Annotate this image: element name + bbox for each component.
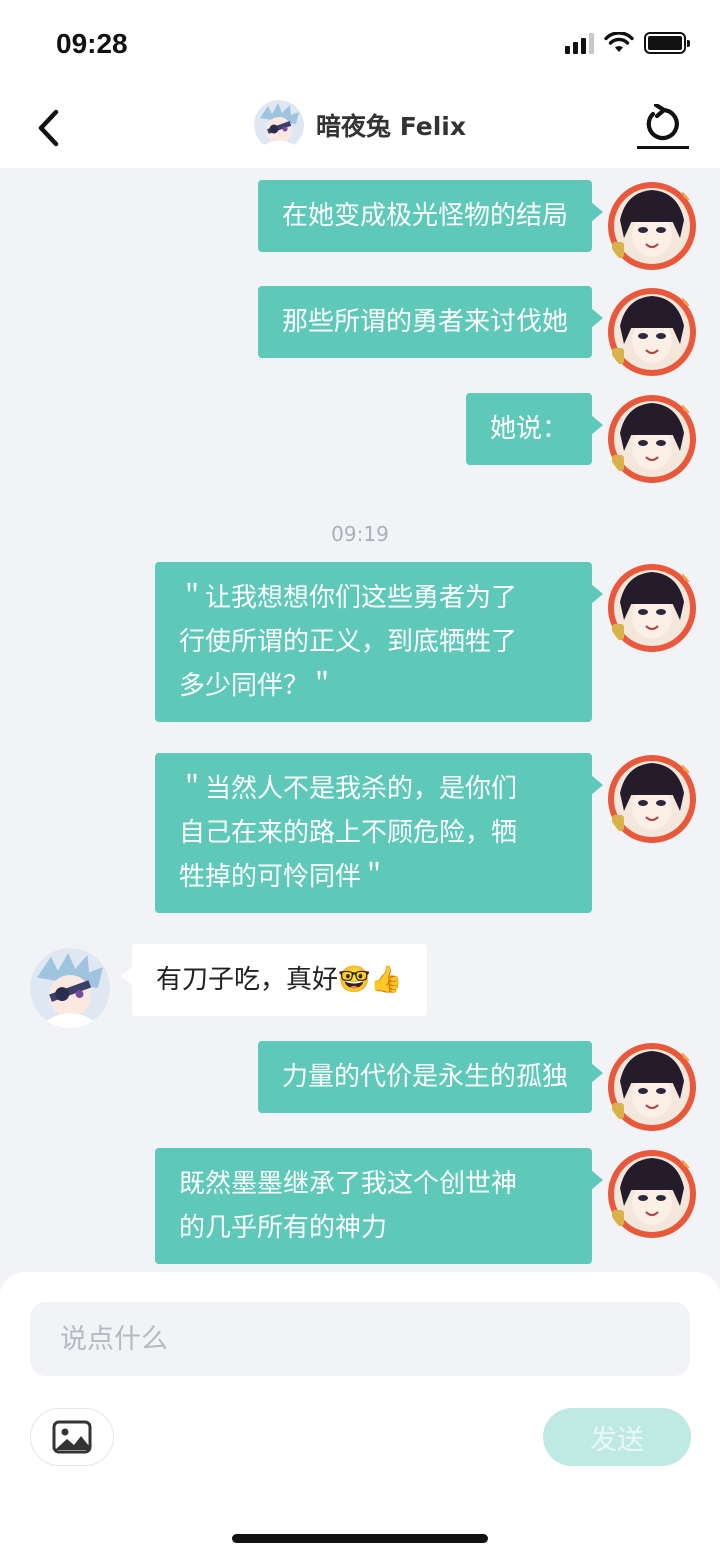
my-avatar[interactable] [606,286,698,378]
image-button[interactable] [30,1408,114,1466]
contact-avatar[interactable] [30,948,110,1028]
chat-list[interactable]: 在她变成极光怪物的结局 那些所谓的勇者来讨伐她 她说： 09:19 ＂让我想想你… [0,168,720,1278]
message-text: 在她变成极光怪物的结局 [281,201,568,231]
message-bubble[interactable]: ＂当然人不是我杀的，是你们 自己在来的路上不顾危险，牺 牲掉的可怜同伴＂ [155,753,603,913]
message-sent: 既然墨墨继承了我这个创世神 的几乎所有的神力 [155,1148,698,1264]
refresh-button[interactable] [636,104,690,156]
my-avatar[interactable] [606,753,698,845]
message-text: 的几乎所有的神力 [179,1213,388,1243]
message-bubble[interactable]: ＂让我想想你们这些勇者为了 行使所谓的正义，到底牺牲了 多少同伴？＂ [155,562,603,722]
message-text: 有刀子吃，真好🤓👍 [156,965,403,995]
message-bubble[interactable]: 有刀子吃，真好🤓👍 [121,944,427,1016]
message-text: 多少同伴？＂ [179,671,336,701]
message-sent: 那些所谓的勇者来讨伐她 [257,286,698,378]
home-indicator[interactable] [232,1534,488,1543]
contact-info[interactable]: 暗夜兔 Felix [0,100,720,150]
message-bubble[interactable]: 既然墨墨继承了我这个创世神 的几乎所有的神力 [155,1148,603,1264]
composer: 发送 [0,1272,720,1558]
contact-name: 暗夜兔 Felix [316,112,466,141]
contact-avatar [254,100,304,150]
message-received: 有刀子吃，真好🤓👍 [30,944,427,1028]
status-time: 09:28 [56,28,128,59]
message-text: ＂当然人不是我杀的，是你们 [179,774,518,804]
message-bubble[interactable]: 她说： [465,393,604,465]
message-bubble[interactable]: 力量的代价是永生的孤独 [257,1041,604,1113]
message-text: 行使所谓的正义，到底牺牲了 [179,627,518,657]
message-text: 力量的代价是永生的孤独 [281,1062,568,1092]
message-text: 牲掉的可怜同伴＂ [179,862,388,892]
my-avatar[interactable] [606,1041,698,1133]
status-bar: 09:28 [0,0,720,88]
status-icons [565,32,690,54]
message-bubble[interactable]: 在她变成极光怪物的结局 [257,180,604,252]
my-avatar[interactable] [606,180,698,272]
message-timestamp: 09:19 [331,522,389,546]
message-text: 自己在来的路上不顾危险，牺 [179,818,518,848]
my-avatar[interactable] [606,562,698,654]
signal-icon [565,32,594,54]
wifi-icon [604,32,634,52]
message-sent: 在她变成极光怪物的结局 [257,180,698,272]
battery-icon [644,32,690,54]
message-sent: ＂让我想想你们这些勇者为了 行使所谓的正义，到底牺牲了 多少同伴？＂ [155,562,698,722]
chat-header: 暗夜兔 Felix [0,88,720,168]
send-button[interactable]: 发送 [543,1408,691,1466]
image-icon [52,1420,92,1454]
message-text: 那些所谓的勇者来讨伐她 [281,307,568,337]
message-text: 她说： [489,414,568,444]
refresh-icon [646,104,679,141]
message-sent: ＂当然人不是我杀的，是你们 自己在来的路上不顾危险，牺 牲掉的可怜同伴＂ [155,753,698,913]
my-avatar[interactable] [606,393,698,485]
refresh-underline [637,146,689,149]
message-sent: 力量的代价是永生的孤独 [257,1041,698,1133]
message-sent: 她说： [465,393,698,485]
my-avatar[interactable] [606,1148,698,1240]
message-text: ＂让我想想你们这些勇者为了 [179,583,518,613]
message-input[interactable] [30,1302,690,1376]
message-text: 既然墨墨继承了我这个创世神 [179,1169,518,1199]
message-bubble[interactable]: 那些所谓的勇者来讨伐她 [257,286,604,358]
